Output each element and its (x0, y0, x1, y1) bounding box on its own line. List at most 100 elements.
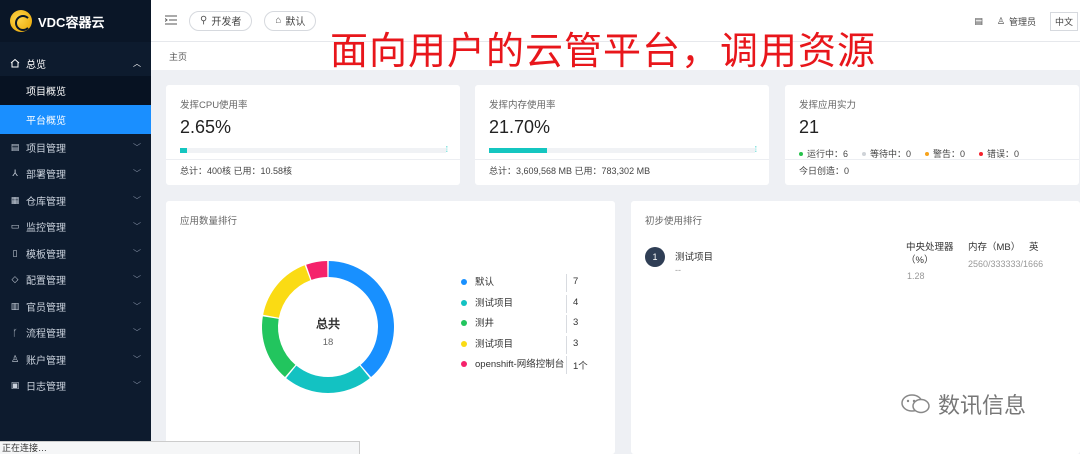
branch-icon: ᚴ (12, 327, 18, 338)
location-icon: ⚲ (200, 15, 208, 26)
user-menu[interactable]: ♙ 管理员 (997, 15, 1036, 28)
donut-center: 总共 18 (308, 315, 348, 348)
top-right-actions: ▤ ♙ 管理员 中文 (974, 0, 1080, 42)
sidebar-item-label: 官员管理 (26, 302, 66, 314)
sidebar-item-label: 平台概览 (26, 116, 66, 127)
cpu-progress-bar: ⁞ (180, 145, 448, 154)
project-label: 默认 (285, 17, 306, 28)
status-dot (799, 151, 803, 156)
panel-title: 应用数量排行 (180, 216, 238, 227)
memory-progress-bar: ⁞ (489, 145, 757, 154)
app-logo-text: VDC容器云 (38, 14, 105, 30)
sidebar-item-label: 监控管理 (26, 223, 66, 235)
rank-item-name: 测试项目 (675, 252, 714, 263)
chevron-down-icon: ﹀ (133, 169, 141, 179)
sidebar-item-officer[interactable]: ▥ 官员管理 ﹀ (0, 293, 151, 320)
deploy-icon: ⅄ (12, 168, 18, 179)
legend-value: 4 (573, 296, 579, 308)
sidebar-item-monitor[interactable]: ▭ 监控管理 ﹀ (0, 214, 151, 241)
legend-label: 测试项目 (475, 338, 514, 350)
legend-separator (566, 274, 567, 292)
app-logo[interactable]: VDC容器云 (0, 0, 151, 42)
donut-slice[interactable] (262, 316, 296, 378)
memory-usage-card: 发挥内存使用率 21.70% ⁞ 总计：3,609,568 MB 已用：783,… (475, 85, 769, 185)
donut-slice[interactable] (263, 265, 311, 318)
breadcrumb-home[interactable]: 主页 (169, 50, 187, 63)
legend-label: 默认 (475, 277, 495, 288)
status-dot (979, 151, 984, 156)
rank-badge: 1 (645, 247, 665, 267)
sidebar-item-repository[interactable]: ▦ 仓库管理 ﹀ (0, 187, 151, 214)
sidebar-item-label: 流程管理 (26, 329, 66, 341)
user-icon: ♙ (996, 15, 1005, 26)
language-selector[interactable]: 中文 (1049, 11, 1078, 31)
project-selector[interactable]: ⌂ 默认 (264, 10, 317, 31)
status-dot (925, 151, 930, 156)
sidebar-item-template[interactable]: ▯ 模板管理 ﹀ (0, 240, 151, 267)
card-divider (166, 159, 460, 160)
doc-icon[interactable]: ▤ (974, 16, 983, 27)
sidebar-item-projects[interactable]: ▤ 项目管理 ﹀ (0, 134, 151, 161)
legend-item[interactable]: 测试项目 4 (461, 294, 601, 318)
grid-icon: ▦ (10, 194, 20, 205)
logo-icon (10, 10, 32, 32)
watermark: 数讯信息 (900, 388, 1026, 420)
sidebar-group-overview[interactable]: 总览 ︿ (0, 50, 151, 76)
apps-card-foot: 今日创造：0 (799, 166, 850, 176)
bank-icon: ⌂ (275, 15, 282, 26)
template-icon: ▯ (12, 247, 18, 258)
progress-end-mark: ⁞ (445, 145, 448, 154)
legend-label: 测试项目 (475, 297, 514, 309)
legend-value: 3 (573, 337, 579, 349)
legend-separator (566, 356, 567, 374)
cpu-card-foot: 总计：400核 已用：10.58核 (180, 166, 293, 176)
wechat-icon (900, 393, 932, 415)
chevron-down-icon: ﹀ (133, 301, 141, 311)
sidebar-item-label: 日志管理 (26, 382, 66, 394)
legend-item[interactable]: 默认 7 (461, 274, 601, 297)
sidebar-item-workflow[interactable]: ᚴ 流程管理 ﹀ (0, 320, 151, 347)
sidebar-item-platform-overview[interactable]: 平台概览 (0, 105, 151, 134)
legend-label: openshift-网络控制台 (475, 359, 565, 370)
log-icon: ▣ (10, 380, 20, 391)
sidebar-item-label: 部署管理 (26, 170, 66, 182)
menu-fold-icon[interactable] (164, 14, 177, 28)
panel-title: 初步使用排行 (645, 216, 703, 227)
legend-dot (461, 361, 467, 367)
app-count-ranking-panel: 应用数量排行 总共 18 默认 7 测试项目 4 测井 3 测试项目 3 openshift-网… (166, 201, 615, 454)
sidebar-item-deploy[interactable]: ⅄ 部署管理 ﹀ (0, 161, 151, 188)
apps-card-label: 发挥应用实力 (799, 100, 857, 111)
cpu-usage-card: 发挥CPU使用率 2.65% ⁞ 总计：400核 已用：10.58核 (166, 85, 460, 185)
monitor-icon: ▭ (10, 221, 20, 232)
sidebar-group-label: 总览 (26, 59, 46, 71)
user-icon: ♙ (10, 353, 20, 364)
role-selector[interactable]: ⚲ 开发者 (189, 10, 253, 31)
sidebar-item-label: 账户管理 (26, 355, 66, 367)
sidebar-item-account[interactable]: ♙ 账户管理 ﹀ (0, 346, 151, 373)
doc-icon: ▥ (10, 300, 20, 311)
sidebar-item-config[interactable]: ◇ 配置管理 ﹀ (0, 267, 151, 294)
cpu-column-header: 中央处理器（%） (906, 242, 954, 266)
legend-item[interactable]: 测试项目 3 (461, 335, 601, 359)
user-name: 管理员 (1008, 16, 1036, 27)
cpu-card-value: 2.65% (180, 117, 232, 137)
memory-card-foot: 总计：3,609,568 MB 已用：783,302 MB (489, 166, 651, 176)
chevron-up-icon: ︿ (133, 58, 141, 68)
donut-slice[interactable] (306, 261, 328, 280)
sidebar-item-log[interactable]: ▣ 日志管理 ﹀ (0, 373, 151, 400)
legend-dot (461, 299, 467, 306)
legend-separator (566, 335, 567, 354)
memory-value: 2560/333333/1666 (968, 259, 1044, 269)
memory-card-label: 发挥内存使用率 (489, 100, 556, 111)
legend-item[interactable]: openshift-网络控制台 1个 (461, 356, 601, 392)
donut-center-value: 18 (322, 337, 334, 348)
overlay-caption: 面向用户的云管平台，调用资源 (330, 29, 877, 73)
donut-slice[interactable] (286, 365, 370, 393)
legend-label: 测井 (475, 318, 495, 329)
apps-card-value: 21 (799, 117, 820, 137)
legend-separator (566, 315, 567, 333)
legend-item[interactable]: 测井 3 (461, 315, 601, 338)
sidebar-item-project-overview[interactable]: 项目概览 (0, 76, 151, 105)
chevron-down-icon: ﹀ (133, 195, 141, 205)
legend-value: 3 (573, 317, 579, 328)
